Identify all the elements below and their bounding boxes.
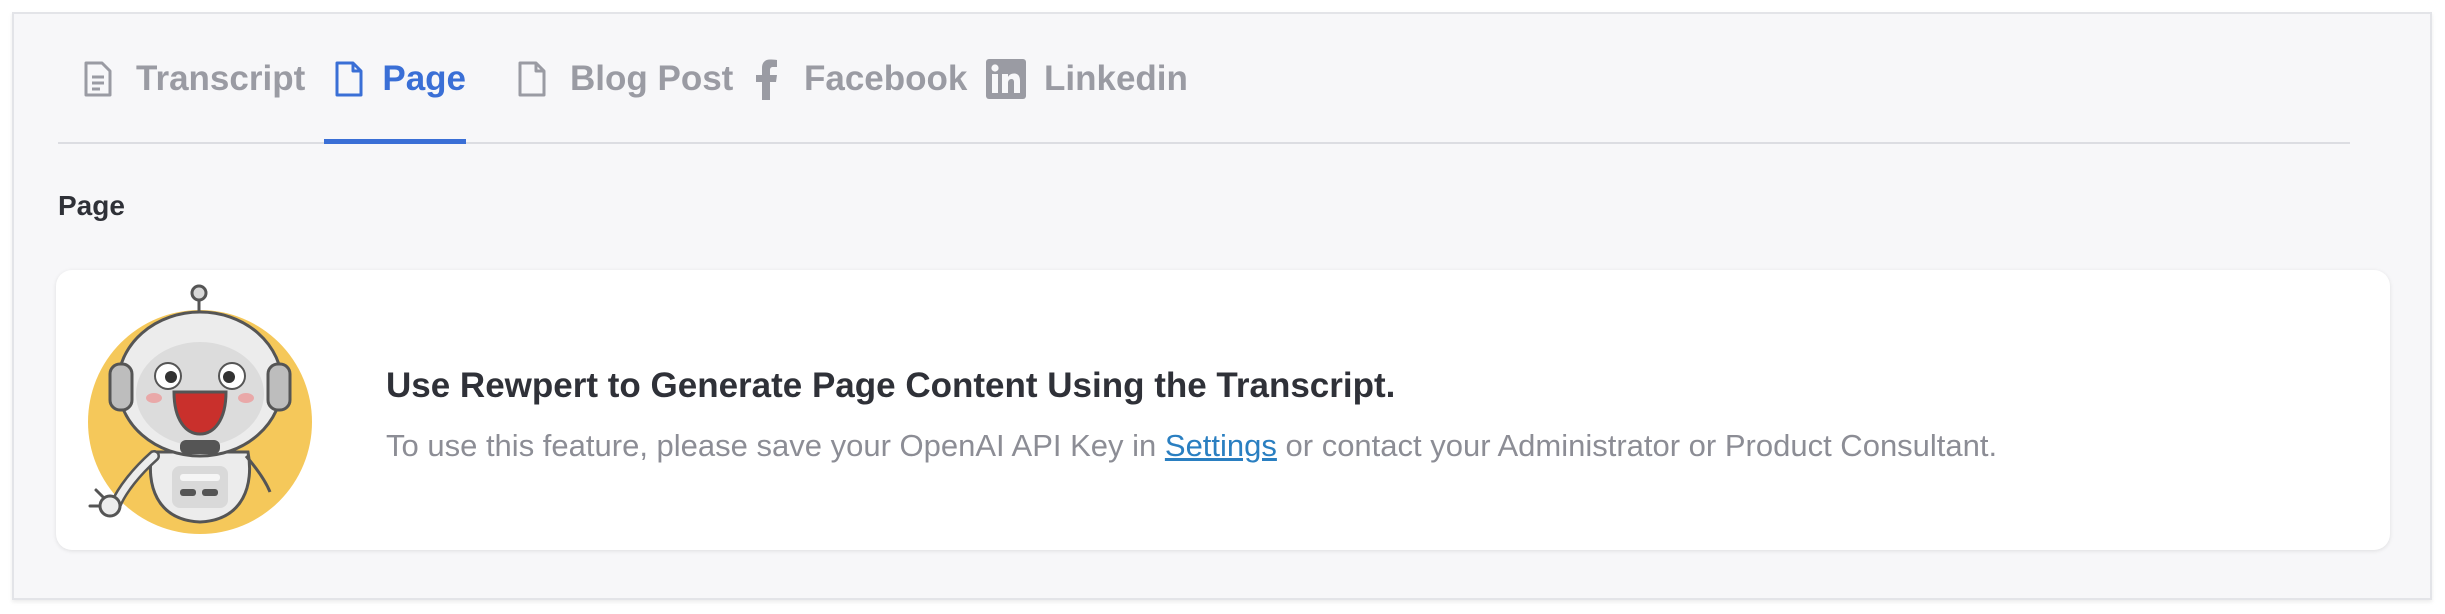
section-title: Page: [58, 190, 125, 221]
tab-page[interactable]: Page: [324, 14, 466, 144]
card-description: To use this feature, please save your Op…: [386, 428, 1997, 464]
card-heading: Use Rewpert to Generate Page Content Usi…: [386, 366, 1396, 405]
tab-blog-post[interactable]: Blog Post: [512, 14, 733, 144]
document-icon: [512, 57, 552, 101]
description-text-end: or contact your Administrator or Product…: [1276, 428, 1998, 463]
document-icon: [334, 57, 364, 101]
robot-mascot-icon: [80, 284, 320, 534]
tab-label: Page: [382, 59, 466, 98]
tab-facebook[interactable]: Facebook: [746, 14, 967, 144]
document-lines-icon: [78, 57, 118, 101]
tab-linkedin[interactable]: Linkedin: [986, 14, 1188, 144]
settings-link[interactable]: Settings: [1165, 428, 1277, 463]
tab-transcript[interactable]: Transcript: [78, 14, 305, 144]
description-text-start: To use this feature, please save your Op…: [386, 428, 1165, 463]
tab-label: Transcript: [136, 59, 306, 98]
facebook-icon: [746, 57, 786, 101]
tab-label: Linkedin: [1044, 59, 1188, 98]
tab-bar: Transcript Page Blog Post Facebook Linke…: [58, 14, 2350, 144]
linkedin-icon: [986, 57, 1026, 101]
tab-label: Blog Post: [570, 59, 734, 98]
content-panel: Transcript Page Blog Post Facebook Linke…: [12, 12, 2432, 600]
feature-card: Use Rewpert to Generate Page Content Usi…: [56, 270, 2390, 550]
tab-label: Facebook: [804, 59, 968, 98]
